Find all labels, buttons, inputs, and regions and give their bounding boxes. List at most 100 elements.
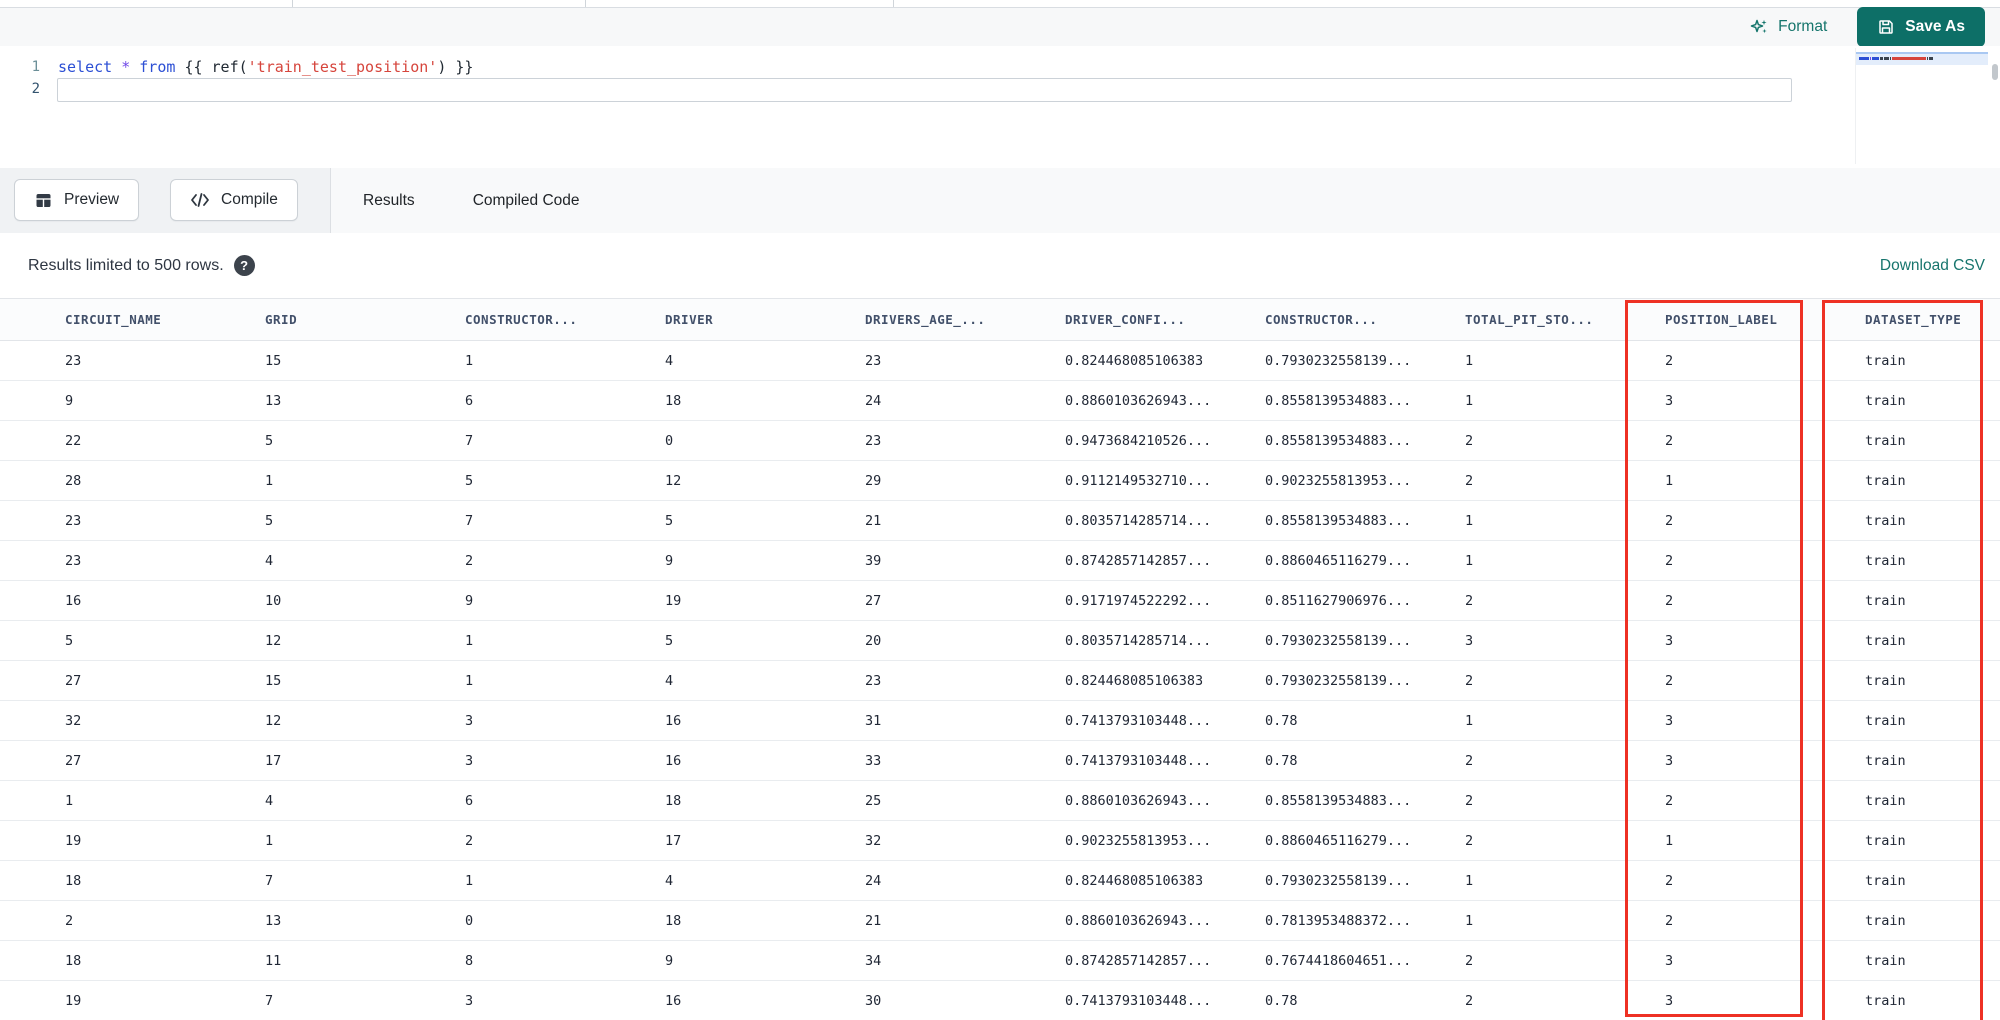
table-cell: 6 (465, 392, 474, 409)
table-cell: train (1865, 472, 1906, 489)
table-cell: 1 (465, 672, 474, 689)
table-cell: 2 (1465, 952, 1474, 969)
table-cell: 5 (465, 472, 474, 489)
compile-button[interactable]: Compile (170, 179, 298, 221)
table-cell: 18 (65, 952, 82, 969)
table-cell: 0 (665, 432, 674, 449)
table-cell: 0.8860103626943... (1065, 392, 1212, 409)
compile-label: Compile (221, 191, 278, 208)
table-cell: 1 (265, 832, 274, 849)
table-cell: 24 (865, 872, 882, 889)
table-cell: 12 (265, 632, 282, 649)
table-cell: 1 (1665, 472, 1674, 489)
table-cell: 0.824468085106383 (1065, 672, 1204, 689)
table-cell: train (1865, 912, 1906, 929)
table-cell: 18 (665, 392, 682, 409)
table-cell: train (1865, 752, 1906, 769)
table-cell: 7 (465, 432, 474, 449)
table-cell: 5 (665, 632, 674, 649)
code-token: 'train_test_position' (247, 58, 438, 76)
table-cell: 7 (265, 872, 274, 889)
minimap-segment (1859, 57, 1869, 60)
table-cell: 2 (1465, 472, 1474, 489)
table-cell: 5 (265, 432, 274, 449)
download-csv-link[interactable]: Download CSV (1880, 257, 1985, 275)
table-cell: 0.8035714285714... (1065, 632, 1212, 649)
results-limit-note: Results limited to 500 rows. (28, 256, 224, 274)
column-header: POSITION_LABEL (1665, 312, 1778, 327)
table-cell: 2 (1465, 992, 1474, 1009)
table-cell: 2 (1465, 592, 1474, 609)
column-header: CONSTRUCTOR... (1265, 312, 1378, 327)
table-cell: 0.824468085106383 (1065, 872, 1204, 889)
tab-results[interactable]: Results (349, 168, 429, 238)
question-mark-icon[interactable]: ? (233, 255, 255, 276)
table-cell: 11 (265, 952, 282, 969)
minimap-segment (1872, 57, 1879, 60)
editor-scrollbar-thumb[interactable] (1992, 64, 1998, 80)
table-cell: 17 (665, 832, 682, 849)
table-cell: 2 (1465, 832, 1474, 849)
table-cell: 3 (1465, 632, 1474, 649)
save-icon (1877, 18, 1895, 36)
table-row: 32 12 3 16 31 0.7413793103448... 0.78 1 3 train (0, 701, 2000, 741)
table-cell: 1 (1465, 872, 1474, 889)
table-cell: 0.7930232558139... (1265, 632, 1412, 649)
table-cell: 1 (1465, 512, 1474, 529)
table-cell: 0.824468085106383 (1065, 352, 1204, 369)
table-row: 22 5 7 0 23 0.9473684210526... 0.8558139534883… (0, 421, 2000, 461)
table-cell: 21 (865, 912, 882, 929)
table-cell: 0.8860465116279... (1265, 552, 1412, 569)
format-button[interactable]: Format (1749, 17, 1827, 37)
table-cell: 16 (65, 592, 82, 609)
table-cell: 3 (1665, 392, 1674, 409)
table-cell: train (1865, 352, 1906, 369)
table-cell: 20 (865, 632, 882, 649)
table-cell: train (1865, 512, 1906, 529)
table-cell: train (1865, 592, 1906, 609)
table-cell: 3 (465, 712, 474, 729)
table-cell: 21 (865, 512, 882, 529)
table-cell: 31 (865, 712, 882, 729)
code-token: ref (211, 58, 239, 76)
table-cell: 30 (865, 992, 882, 1009)
table-cell: 2 (1665, 872, 1674, 889)
table-cell: 1 (1465, 552, 1474, 569)
table-cell: 2 (1465, 792, 1474, 809)
column-header: CIRCUIT_NAME (65, 312, 162, 327)
table-cell: 9 (465, 592, 474, 609)
table-row: 19 1 2 17 32 0.9023255813953... 0.886046511627… (0, 821, 2000, 861)
table-cell: 27 (65, 752, 82, 769)
table-cell: 0.8860465116279... (1265, 832, 1412, 849)
table-cell: 1 (1665, 832, 1674, 849)
table-cell: train (1865, 632, 1906, 649)
table-cell: 1 (1465, 712, 1474, 729)
table-cell: 32 (65, 712, 82, 729)
table-cell: 27 (865, 592, 882, 609)
table-cell: train (1865, 992, 1906, 1009)
table-body: 23 15 1 4 23 0.824468085106383 0.7930232558139… (0, 341, 2000, 1020)
code-editor[interactable]: 1 2 select * from {{ ref('train_test_pos… (0, 46, 2000, 168)
tab-compiled-code[interactable]: Compiled Code (469, 168, 584, 233)
tab-separator (893, 0, 894, 7)
table-cell: 25 (865, 792, 882, 809)
preview-button[interactable]: Preview (14, 179, 140, 221)
minimap-viewport[interactable] (1856, 52, 1988, 65)
minimap[interactable] (1855, 48, 1988, 164)
table-cell: 4 (265, 792, 274, 809)
save-as-button[interactable]: Save As (1857, 7, 1985, 47)
line-number-1: 1 (31, 59, 40, 75)
table-cell: train (1865, 672, 1906, 689)
table-cell: 0.8558139534883... (1265, 392, 1412, 409)
table-cell: 0.7674418604651... (1265, 952, 1412, 969)
table-cell: 2 (65, 912, 74, 929)
table-cell: 0.8742857142857... (1065, 552, 1212, 569)
table-cell: 2 (1665, 672, 1674, 689)
table-cell: 0.7413793103448... (1065, 712, 1212, 729)
table-cell: train (1865, 872, 1906, 889)
minimap-code-line (1859, 57, 1934, 60)
table-cell: train (1865, 952, 1906, 969)
table-cell: 16 (665, 712, 682, 729)
table-cell: 0.8558139534883... (1265, 792, 1412, 809)
table-cell: 2 (1665, 592, 1674, 609)
